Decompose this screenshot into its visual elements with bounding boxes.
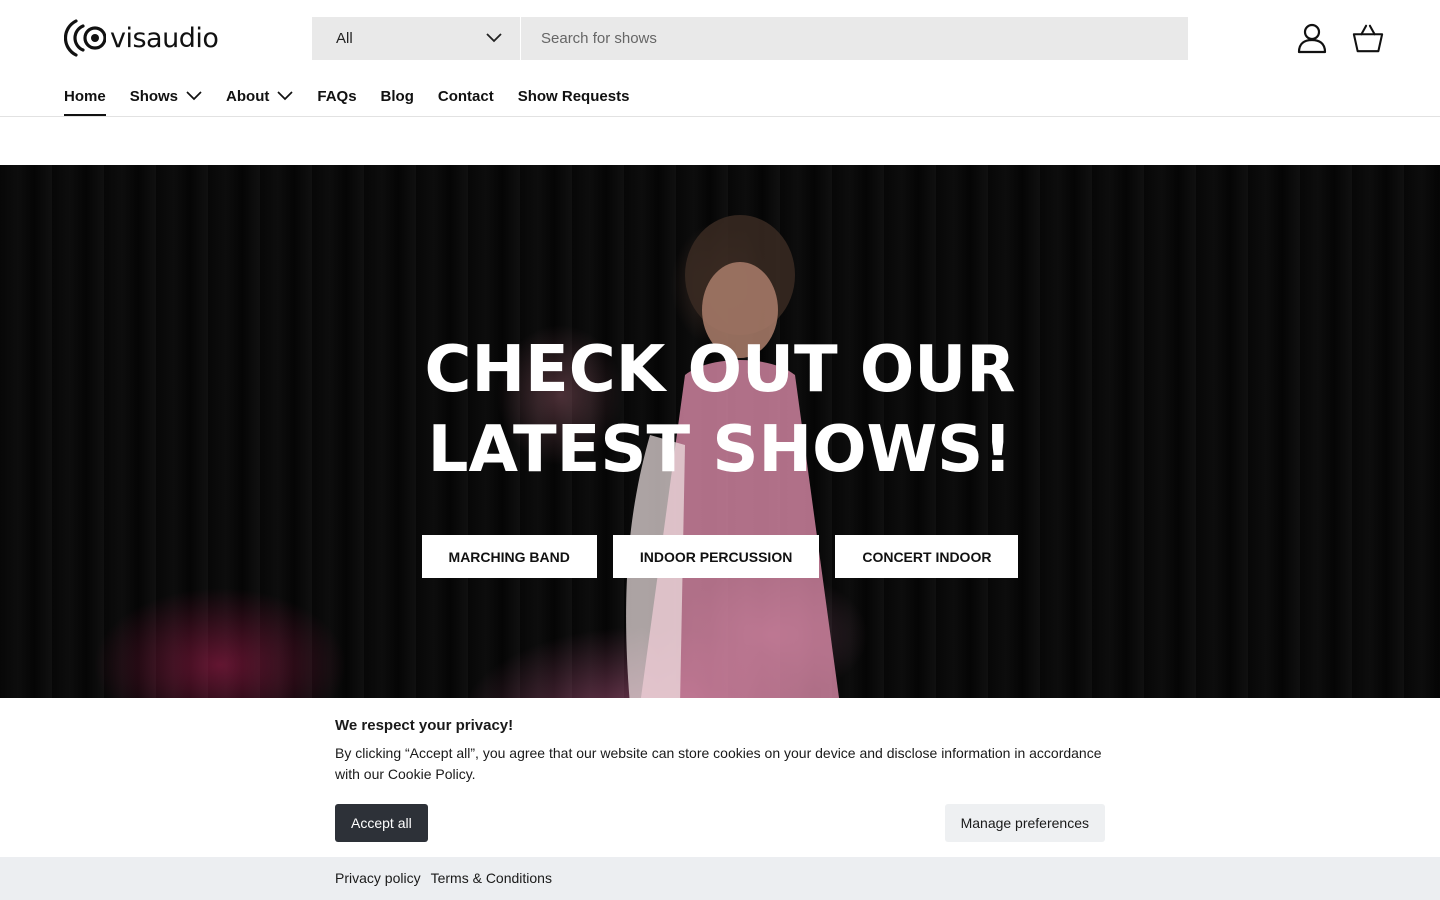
nav-item-blog[interactable]: Blog	[381, 80, 414, 117]
brand-name: visaudio	[110, 22, 219, 54]
nav-item-label: About	[226, 88, 270, 105]
user-icon[interactable]	[1296, 20, 1328, 56]
header-actions	[1296, 20, 1384, 56]
cookie-links: Privacy policy Terms & Conditions	[335, 870, 552, 886]
chevron-down-icon	[186, 88, 202, 105]
hero-title-line-1: CHECK OUT OUR	[424, 333, 1016, 407]
nav-item-label: Contact	[437, 88, 494, 105]
site-header: visaudio All Home	[0, 0, 1440, 117]
cookie-banner-content: We respect your privacy! By clicking “Ac…	[335, 698, 1105, 857]
indoor-percussion-button[interactable]: INDOOR PERCUSSION	[612, 535, 820, 578]
cookie-banner: We respect your privacy! By clicking “Ac…	[0, 698, 1440, 857]
nav-item-home[interactable]: Home	[64, 80, 106, 117]
search-input[interactable]	[521, 17, 1188, 60]
nav-item-shows[interactable]: Shows	[130, 80, 202, 117]
chevron-down-icon	[277, 88, 293, 105]
cookie-footer: Privacy policy Terms & Conditions	[0, 857, 1440, 900]
nav-item-label: FAQs	[317, 88, 357, 105]
hero-title: CHECK OUT OUR LATEST SHOWS!	[0, 330, 1440, 490]
nav-item-show-requests[interactable]: Show Requests	[518, 80, 630, 117]
chevron-down-icon	[486, 30, 502, 47]
nav-item-label: Shows	[129, 88, 179, 105]
search-category-value: All	[336, 30, 353, 47]
nav-item-label: Blog	[380, 88, 414, 105]
privacy-policy-link[interactable]: Privacy policy	[335, 870, 421, 886]
nav-item-faqs[interactable]: FAQs	[317, 80, 356, 117]
search-bar: All	[312, 17, 1188, 60]
brand-logo[interactable]: visaudio	[64, 18, 219, 58]
concert-indoor-button[interactable]: CONCERT INDOOR	[835, 535, 1019, 578]
terms-conditions-link[interactable]: Terms & Conditions	[431, 870, 552, 886]
search-category-select[interactable]: All	[312, 17, 521, 60]
marching-band-button[interactable]: MARCHING BAND	[421, 535, 597, 578]
nav-item-contact[interactable]: Contact	[438, 80, 494, 117]
main-nav: Home Shows About FAQs Blog Contact Show …	[64, 80, 629, 117]
nav-item-about[interactable]: About	[226, 80, 293, 117]
nav-item-label: Show Requests	[517, 88, 630, 105]
hero-title-line-2: LATEST SHOWS!	[427, 413, 1013, 487]
nav-item-label: Home	[64, 88, 106, 105]
hero-buttons: MARCHING BAND INDOOR PERCUSSION CONCERT …	[0, 535, 1440, 578]
cookie-title: We respect your privacy!	[335, 717, 514, 734]
sound-waves-icon	[64, 18, 106, 58]
cookie-text: By clicking “Accept all”, you agree that…	[335, 745, 1102, 782]
manage-preferences-button[interactable]: Manage preferences	[944, 804, 1105, 842]
accept-all-button[interactable]: Accept all	[335, 804, 428, 842]
basket-icon[interactable]	[1352, 20, 1384, 56]
hero-banner: CHECK OUT OUR LATEST SHOWS! MARCHING BAN…	[0, 165, 1440, 698]
